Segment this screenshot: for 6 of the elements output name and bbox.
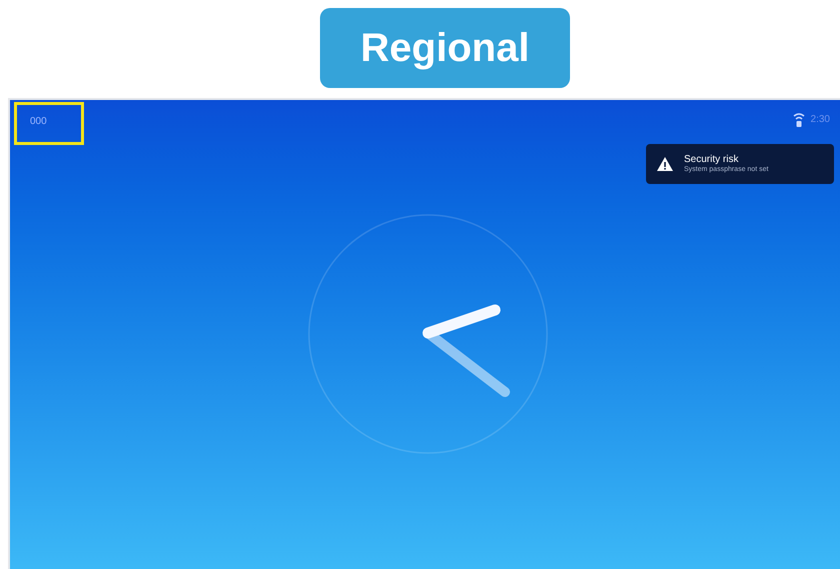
notification-title: Security risk [684, 154, 740, 166]
warning-icon [656, 156, 674, 172]
wireless-icon [792, 112, 805, 126]
clock-time: 2:30 [810, 113, 830, 127]
section-label: Regional [320, 8, 570, 88]
room-id: 000 [30, 115, 47, 129]
